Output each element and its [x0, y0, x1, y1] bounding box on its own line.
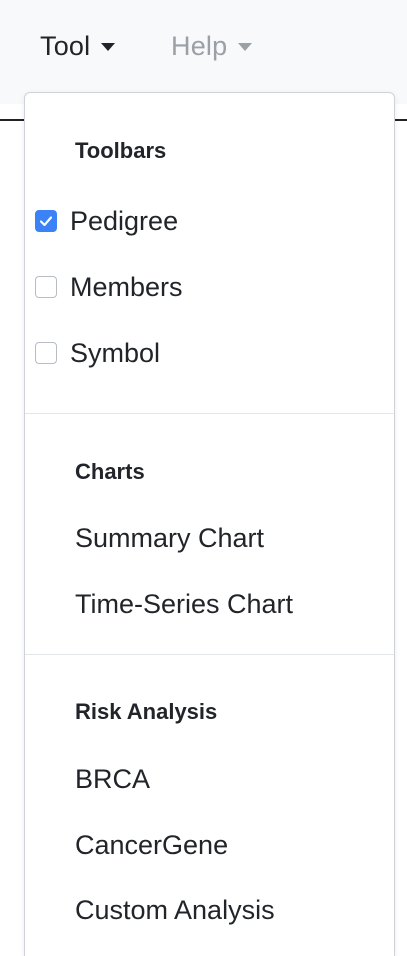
menu-item-cancergene[interactable]: CancerGene: [75, 830, 228, 861]
tool-menu-label: Tool: [40, 30, 91, 61]
menubar: Tool Help: [0, 0, 407, 104]
page: Tool Help Toolbars Pedigree Members Symb…: [0, 0, 407, 956]
toolbar-toggle-pedigree[interactable]: Pedigree: [35, 203, 178, 239]
checkbox-checked[interactable]: [35, 210, 57, 232]
section-header-toolbars: Toolbars: [75, 138, 167, 163]
toolbar-label: Members: [70, 271, 183, 302]
help-menu-label: Help: [171, 30, 228, 61]
caret-down-icon: [101, 43, 116, 51]
help-menu[interactable]: Help: [171, 26, 253, 66]
toolbar-label: Pedigree: [70, 205, 179, 236]
caret-down-icon: [238, 43, 253, 51]
section-header-risk-analysis: Risk Analysis: [75, 699, 218, 724]
tool-menu[interactable]: Tool: [40, 26, 116, 66]
toolbar-toggle-symbol[interactable]: Symbol: [35, 335, 160, 371]
divider: [394, 119, 407, 121]
check-icon: [39, 216, 53, 227]
toolbar-toggle-members[interactable]: Members: [35, 269, 183, 305]
menu-item-brca[interactable]: BRCA: [75, 764, 150, 795]
toolbar-label: Symbol: [70, 337, 161, 368]
divider: [25, 413, 394, 414]
menu-item-summary-chart[interactable]: Summary Chart: [75, 523, 264, 554]
menu-item-time-series-chart[interactable]: Time-Series Chart: [75, 589, 293, 620]
menu-item-custom-analysis[interactable]: Custom Analysis: [75, 895, 275, 926]
tool-dropdown-menu: Toolbars Pedigree Members Symbol Charts …: [24, 92, 395, 956]
checkbox-unchecked[interactable]: [35, 342, 57, 364]
section-header-charts: Charts: [75, 459, 145, 484]
divider: [25, 654, 394, 655]
checkbox-unchecked[interactable]: [35, 276, 57, 298]
